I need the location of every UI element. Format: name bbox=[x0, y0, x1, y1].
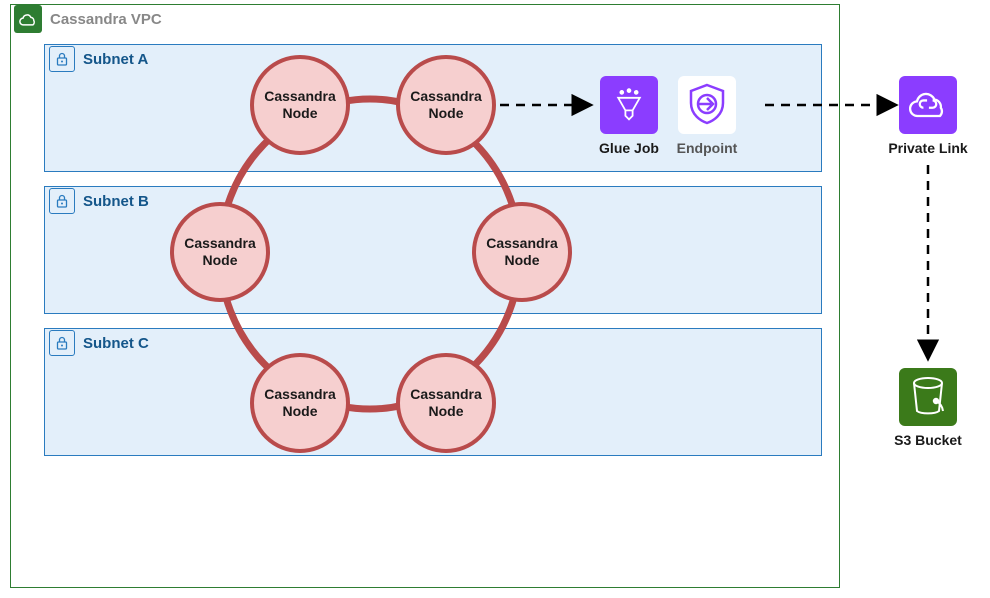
cassandra-node: Cassandra Node bbox=[250, 55, 350, 155]
subnet-c-label: Subnet C bbox=[83, 335, 149, 352]
subnet-c-header: Subnet C bbox=[45, 329, 149, 357]
lock-icon bbox=[49, 188, 75, 214]
private-link-label: Private Link bbox=[878, 140, 978, 156]
private-link-icon bbox=[899, 76, 957, 134]
cassandra-node: Cassandra Node bbox=[472, 202, 572, 302]
node-label: Cassandra Node bbox=[254, 386, 346, 420]
s3-bucket-icon bbox=[899, 368, 957, 426]
endpoint-icon bbox=[678, 76, 736, 134]
glue-job-icon bbox=[600, 76, 658, 134]
node-label: Cassandra Node bbox=[400, 386, 492, 420]
lock-icon bbox=[49, 330, 75, 356]
lock-icon bbox=[49, 46, 75, 72]
cassandra-node: Cassandra Node bbox=[170, 202, 270, 302]
node-label: Cassandra Node bbox=[174, 235, 266, 269]
endpoint-label: Endpoint bbox=[657, 140, 757, 156]
cassandra-node: Cassandra Node bbox=[250, 353, 350, 453]
subnet-b: Subnet B bbox=[44, 186, 822, 314]
cloud-icon bbox=[14, 5, 42, 33]
vpc-header: Cassandra VPC bbox=[10, 4, 162, 34]
node-label: Cassandra Node bbox=[476, 235, 568, 269]
cassandra-node: Cassandra Node bbox=[396, 353, 496, 453]
node-label: Cassandra Node bbox=[254, 88, 346, 122]
subnet-b-header: Subnet B bbox=[45, 187, 149, 215]
node-label: Cassandra Node bbox=[400, 88, 492, 122]
subnet-a-label: Subnet A bbox=[83, 51, 148, 68]
s3-bucket-label: S3 Bucket bbox=[878, 432, 978, 448]
cassandra-node: Cassandra Node bbox=[396, 55, 496, 155]
vpc-title: Cassandra VPC bbox=[50, 11, 162, 28]
subnet-a-header: Subnet A bbox=[45, 45, 148, 73]
subnet-b-label: Subnet B bbox=[83, 193, 149, 210]
